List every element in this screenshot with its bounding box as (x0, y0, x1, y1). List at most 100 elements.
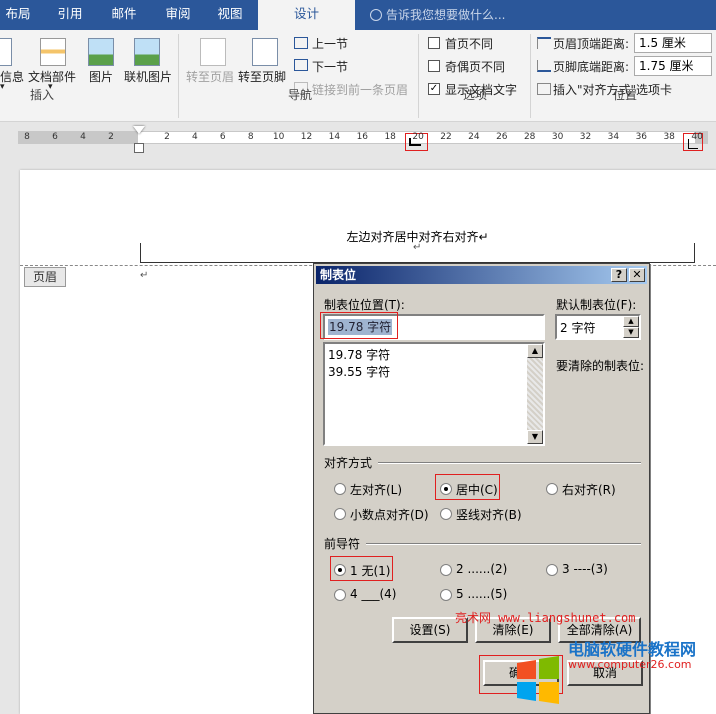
header-top-distance-label: 页眉顶端距离: (553, 37, 630, 51)
odd-even-label: 奇偶页不同 (445, 60, 506, 74)
tab-view[interactable]: 视图 (208, 0, 252, 30)
tab-mailings[interactable]: 邮件 (102, 0, 146, 30)
ruler-tick-label: 40 (691, 132, 703, 142)
ruler-tick-label: 8 (247, 132, 254, 142)
group-separator (530, 34, 531, 118)
leader-middle-dots-radio[interactable] (440, 589, 452, 601)
highlight-box (320, 312, 398, 339)
align-bar-radio[interactable] (440, 508, 452, 520)
footer-bottom-distance-input[interactable]: 1.75 厘米 (634, 56, 712, 76)
document-info-icon[interactable] (0, 38, 12, 66)
spin-down-icon[interactable]: ▼ (623, 327, 639, 338)
insert-alignment-tab-icon (537, 83, 551, 95)
ruler-tick-label: 2 (164, 132, 170, 142)
group-separator (178, 34, 179, 118)
align-left-label[interactable]: 左对齐(L) (350, 481, 402, 498)
align-right-label[interactable]: 右对齐(R) (562, 481, 616, 498)
tell-me-text: 告诉我您想要做什么... (386, 8, 506, 22)
ruler-tick-label: 30 (551, 132, 564, 142)
align-bar-label[interactable]: 竖线对齐(B) (456, 506, 522, 523)
ruler-tick-label: 2 (108, 132, 114, 142)
ruler-tick-label: 28 (523, 132, 536, 142)
footer-position-icon (537, 60, 551, 72)
ruler-tick-label: 38 (663, 132, 675, 142)
tab-references[interactable]: 引用 (48, 0, 92, 30)
tab-stop-item[interactable]: 39.55 字符 (328, 363, 390, 380)
group-label-position: 位置 (612, 88, 637, 102)
group-label-navigation: 导航 (287, 88, 312, 102)
close-button[interactable]: ✕ (629, 268, 645, 282)
group-label-insert: 插入 (29, 88, 54, 102)
ruler-tick-label: 32 (579, 132, 592, 142)
show-document-text-checkbox[interactable]: ✓ (428, 83, 440, 95)
section-divider (378, 462, 641, 464)
header-bracket-right (694, 243, 695, 263)
leader-middle-dots-label[interactable]: 5 ......(5) (456, 587, 507, 601)
previous-section-button[interactable]: 上一节 (312, 35, 348, 52)
online-picture-icon[interactable] (134, 38, 160, 66)
leader-dashes-label[interactable]: 3 ----(3) (562, 562, 608, 576)
picture-button[interactable]: 图片 (89, 68, 113, 85)
spin-up-icon[interactable]: ▲ (623, 316, 639, 327)
windows-logo-icon (517, 656, 559, 704)
ruler-tick-label: 10 (272, 132, 285, 142)
tab-stop-item[interactable]: 19.78 字符 (328, 346, 390, 363)
default-tab-stops-value: 2 字符 (560, 321, 596, 335)
leader-underline-label[interactable]: 4 ___(4) (350, 587, 396, 601)
ruler-tick-label: 36 (635, 132, 648, 142)
ruler-tick-label: 18 (384, 132, 396, 142)
help-button[interactable]: ? (611, 268, 627, 282)
watermark-site-url: www.computer26.com (568, 658, 692, 671)
ruler-tick-label: 6 (52, 132, 58, 142)
picture-icon[interactable] (88, 38, 114, 66)
leader-dashes-radio[interactable] (546, 564, 558, 576)
different-first-page-label: 首页不同 (445, 37, 494, 51)
watermark-site-name: 电脑软硬件教程网 (568, 640, 697, 659)
align-decimal-radio[interactable] (334, 508, 346, 520)
tab-stop-list[interactable]: ▲ ▼ 19.78 字符 39.55 字符 (323, 342, 545, 446)
scroll-down-arrow-icon[interactable]: ▼ (527, 430, 543, 444)
scroll-up-arrow-icon[interactable]: ▲ (527, 344, 543, 358)
link-to-previous-button[interactable]: 链接到前一条页眉 (312, 81, 408, 98)
leader-dots-radio[interactable] (440, 564, 452, 576)
left-indent-marker[interactable] (134, 143, 144, 153)
lightbulb-icon (370, 9, 382, 21)
goto-header-button[interactable]: 转至页眉 (186, 68, 234, 85)
highlight-box (330, 556, 393, 581)
ruler-tick-label: 4 (80, 132, 86, 142)
different-first-page-checkbox[interactable] (428, 37, 440, 49)
alignment-section-label: 对齐方式 (324, 456, 373, 470)
ruler-tick-label: 4 (192, 132, 198, 142)
previous-section-icon (294, 37, 308, 49)
header-position-icon (537, 37, 551, 49)
group-separator (418, 34, 419, 118)
tab-layout[interactable]: 布局 (0, 0, 36, 30)
leader-underline-radio[interactable] (334, 589, 346, 601)
ruler-tick-label: 22 (440, 132, 452, 142)
align-right-radio[interactable] (546, 483, 558, 495)
ruler-tick-label: 20 (412, 132, 424, 142)
ruler-tick-label: 14 (328, 132, 341, 142)
align-left-radio[interactable] (334, 483, 346, 495)
tab-design[interactable]: 设计 (258, 0, 355, 30)
default-tab-stops-input[interactable]: 2 字符 ▲ ▼ (555, 314, 641, 340)
next-section-button[interactable]: 下一节 (312, 58, 348, 75)
leader-dots-label[interactable]: 2 ......(2) (456, 562, 507, 576)
quick-parts-icon[interactable] (40, 38, 66, 66)
ruler-tick-label: 26 (496, 132, 508, 142)
online-picture-button[interactable]: 联机图片 (124, 68, 172, 85)
header-top-distance-input[interactable]: 1.5 厘米 (634, 33, 712, 53)
ruler-tick-label: 12 (300, 132, 313, 142)
tell-me-search[interactable]: 告诉我您想要做什么... (370, 0, 505, 30)
odd-even-checkbox[interactable] (428, 60, 440, 72)
align-decimal-label[interactable]: 小数点对齐(D) (350, 506, 429, 523)
first-line-indent-marker[interactable] (133, 126, 145, 134)
tab-review[interactable]: 审阅 (156, 0, 200, 30)
ruler-tick-label: 34 (607, 132, 620, 142)
goto-footer-icon (252, 38, 278, 66)
goto-footer-button[interactable]: 转至页脚 (238, 68, 286, 85)
header-bracket-left (140, 243, 141, 263)
default-tab-stops-label: 默认制表位(F): (556, 298, 637, 312)
list-scrollbar[interactable]: ▲ ▼ (527, 344, 543, 444)
goto-header-icon (200, 38, 226, 66)
